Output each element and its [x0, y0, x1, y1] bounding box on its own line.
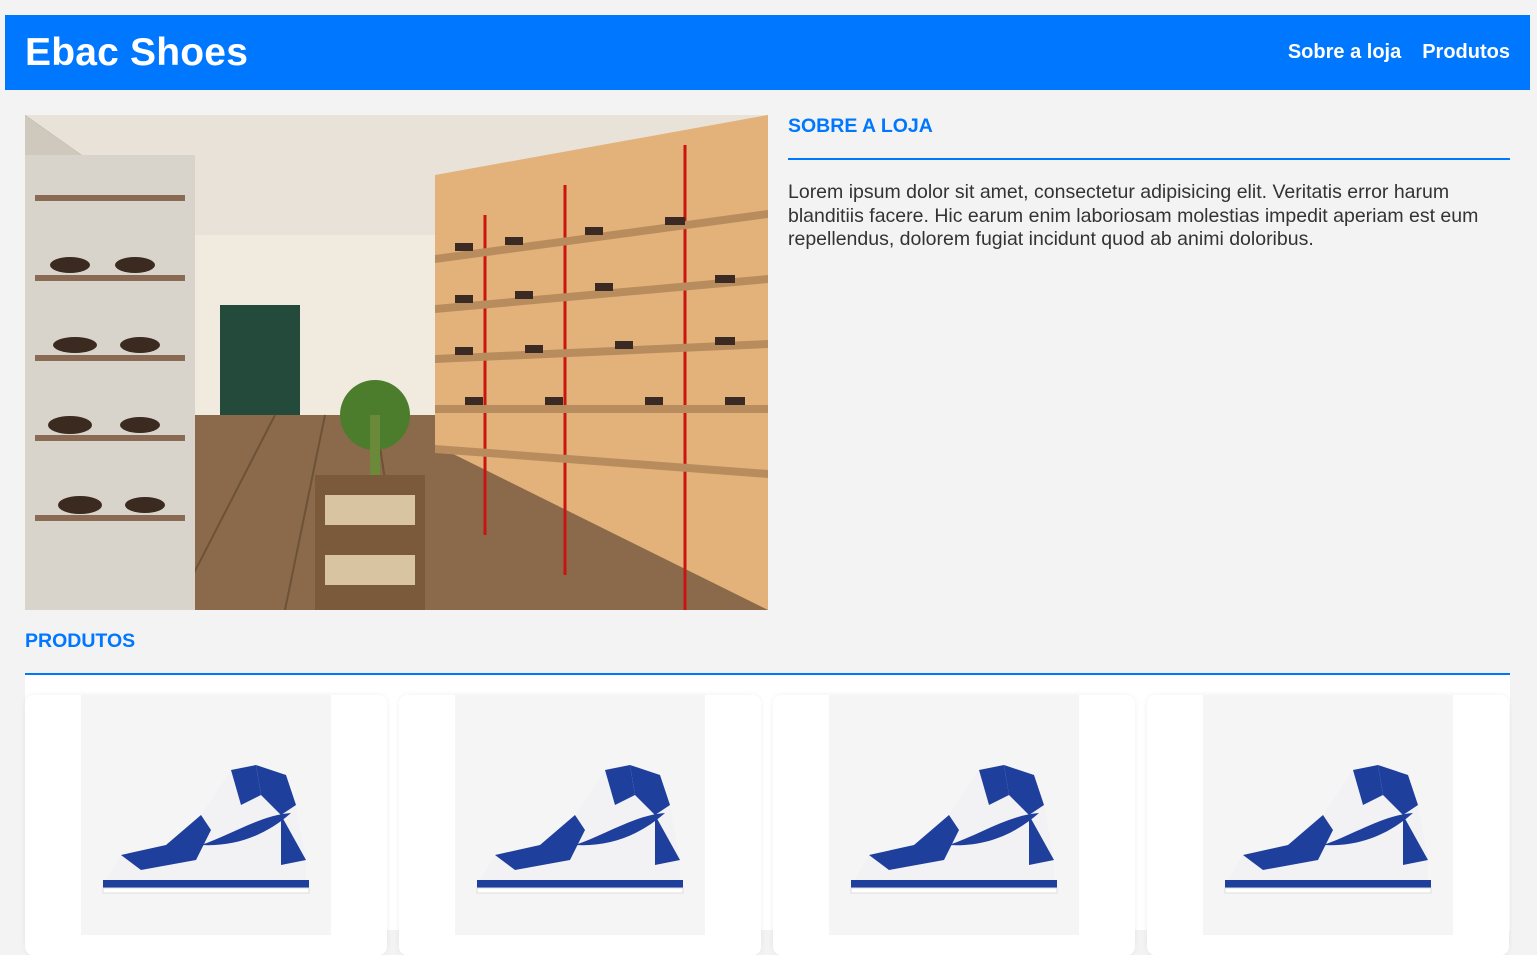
- site-header: Ebac Shoes Sobre a loja Produtos: [5, 15, 1530, 90]
- products-heading: PRODUTOS: [25, 630, 1510, 675]
- products-section: PRODUTOS: [25, 630, 1510, 955]
- nav-link-produtos[interactable]: Produtos: [1422, 41, 1510, 64]
- about-text: Lorem ipsum dolor sit amet, consectetur …: [788, 181, 1479, 250]
- sneaker-image: [829, 695, 1079, 935]
- sneaker-image: [1203, 695, 1453, 935]
- product-card[interactable]: [399, 695, 761, 955]
- product-card[interactable]: [25, 695, 387, 955]
- about-heading: SOBRE A LOJA: [788, 115, 1510, 160]
- nav-link-sobre-a-loja[interactable]: Sobre a loja: [1288, 41, 1401, 64]
- sneaker-image: [455, 695, 705, 935]
- sneaker-image: [81, 695, 331, 935]
- main-nav: Sobre a loja Produtos: [1288, 41, 1510, 64]
- product-grid: [25, 695, 1510, 955]
- product-card[interactable]: [773, 695, 1135, 955]
- store-interior-photo: [25, 115, 768, 610]
- site-title: Ebac Shoes: [25, 30, 249, 74]
- about-section: SOBRE A LOJA Lorem ipsum dolor sit amet,…: [788, 115, 1510, 252]
- product-card[interactable]: [1147, 695, 1509, 955]
